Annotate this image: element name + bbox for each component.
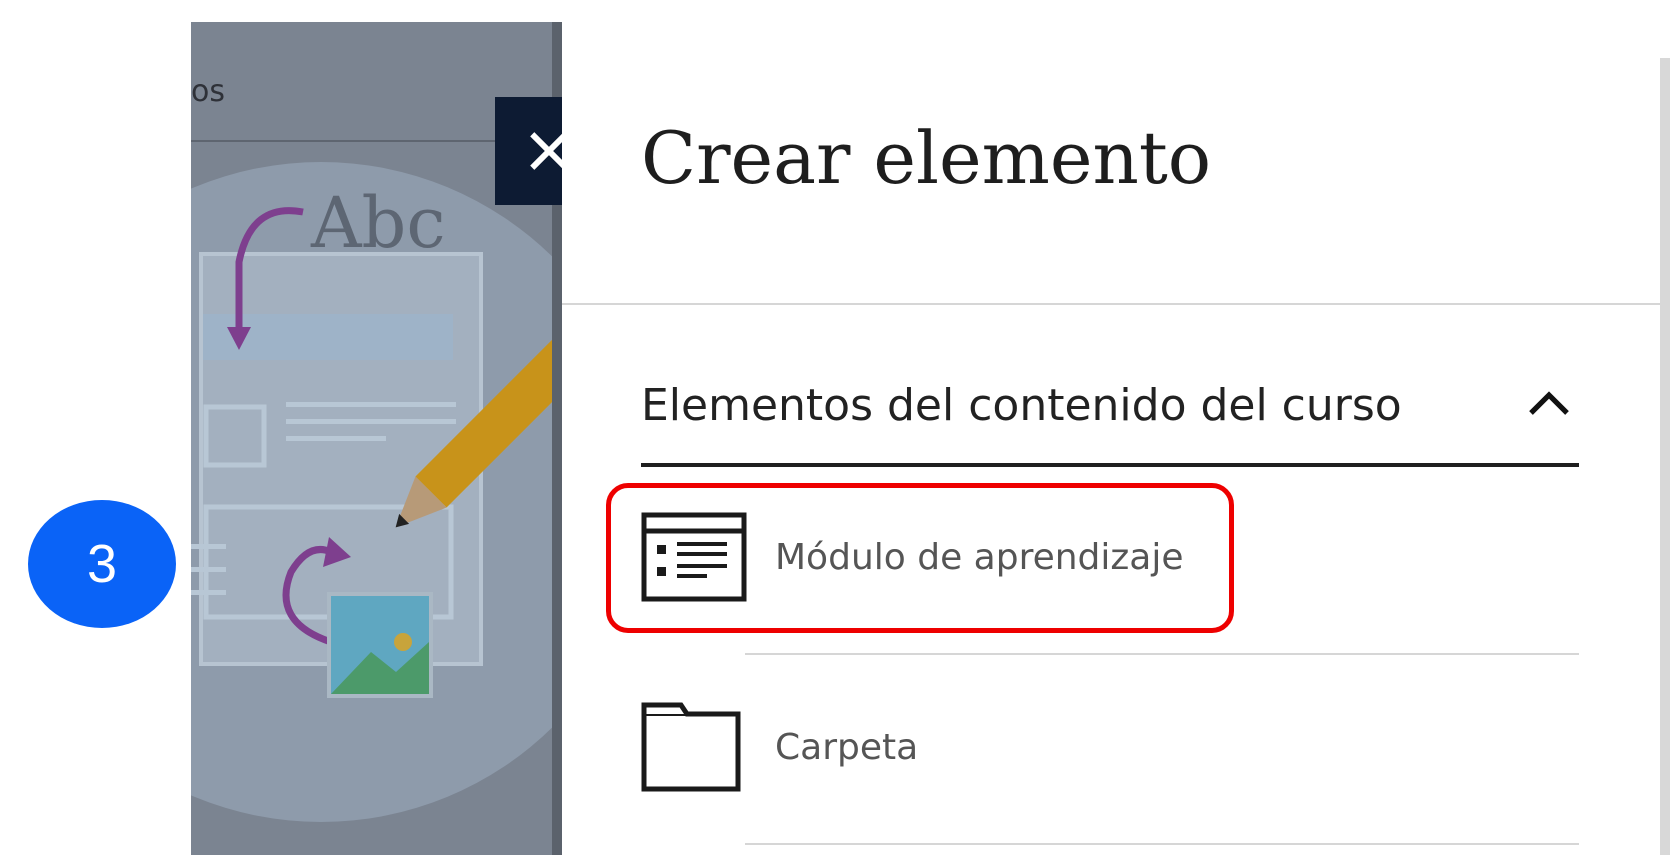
step-number-badge: 3 <box>28 500 176 628</box>
chevron-up-icon <box>1529 391 1569 415</box>
menu-item-label: Módulo de aprendizaje <box>775 536 1184 578</box>
drawer-title: Crear elemento <box>641 116 1212 200</box>
item-divider <box>745 843 1579 845</box>
section-underline <box>641 463 1579 467</box>
menu-item-label: Carpeta <box>775 726 919 768</box>
item-divider <box>745 653 1579 655</box>
course-content-section-toggle[interactable]: Elementos del contenido del curso <box>641 345 1579 465</box>
illustration-abc-text: Abc <box>310 182 446 264</box>
title-divider <box>562 303 1660 305</box>
folder-icon <box>641 702 741 792</box>
menu-item-folder[interactable]: Carpeta <box>641 687 1579 807</box>
section-title: Elementos del contenido del curso <box>641 379 1402 431</box>
learning-module-icon <box>641 512 747 602</box>
menu-item-learning-module[interactable]: Módulo de aprendizaje <box>641 497 1579 617</box>
drawer-scrollbar[interactable] <box>1660 58 1670 855</box>
